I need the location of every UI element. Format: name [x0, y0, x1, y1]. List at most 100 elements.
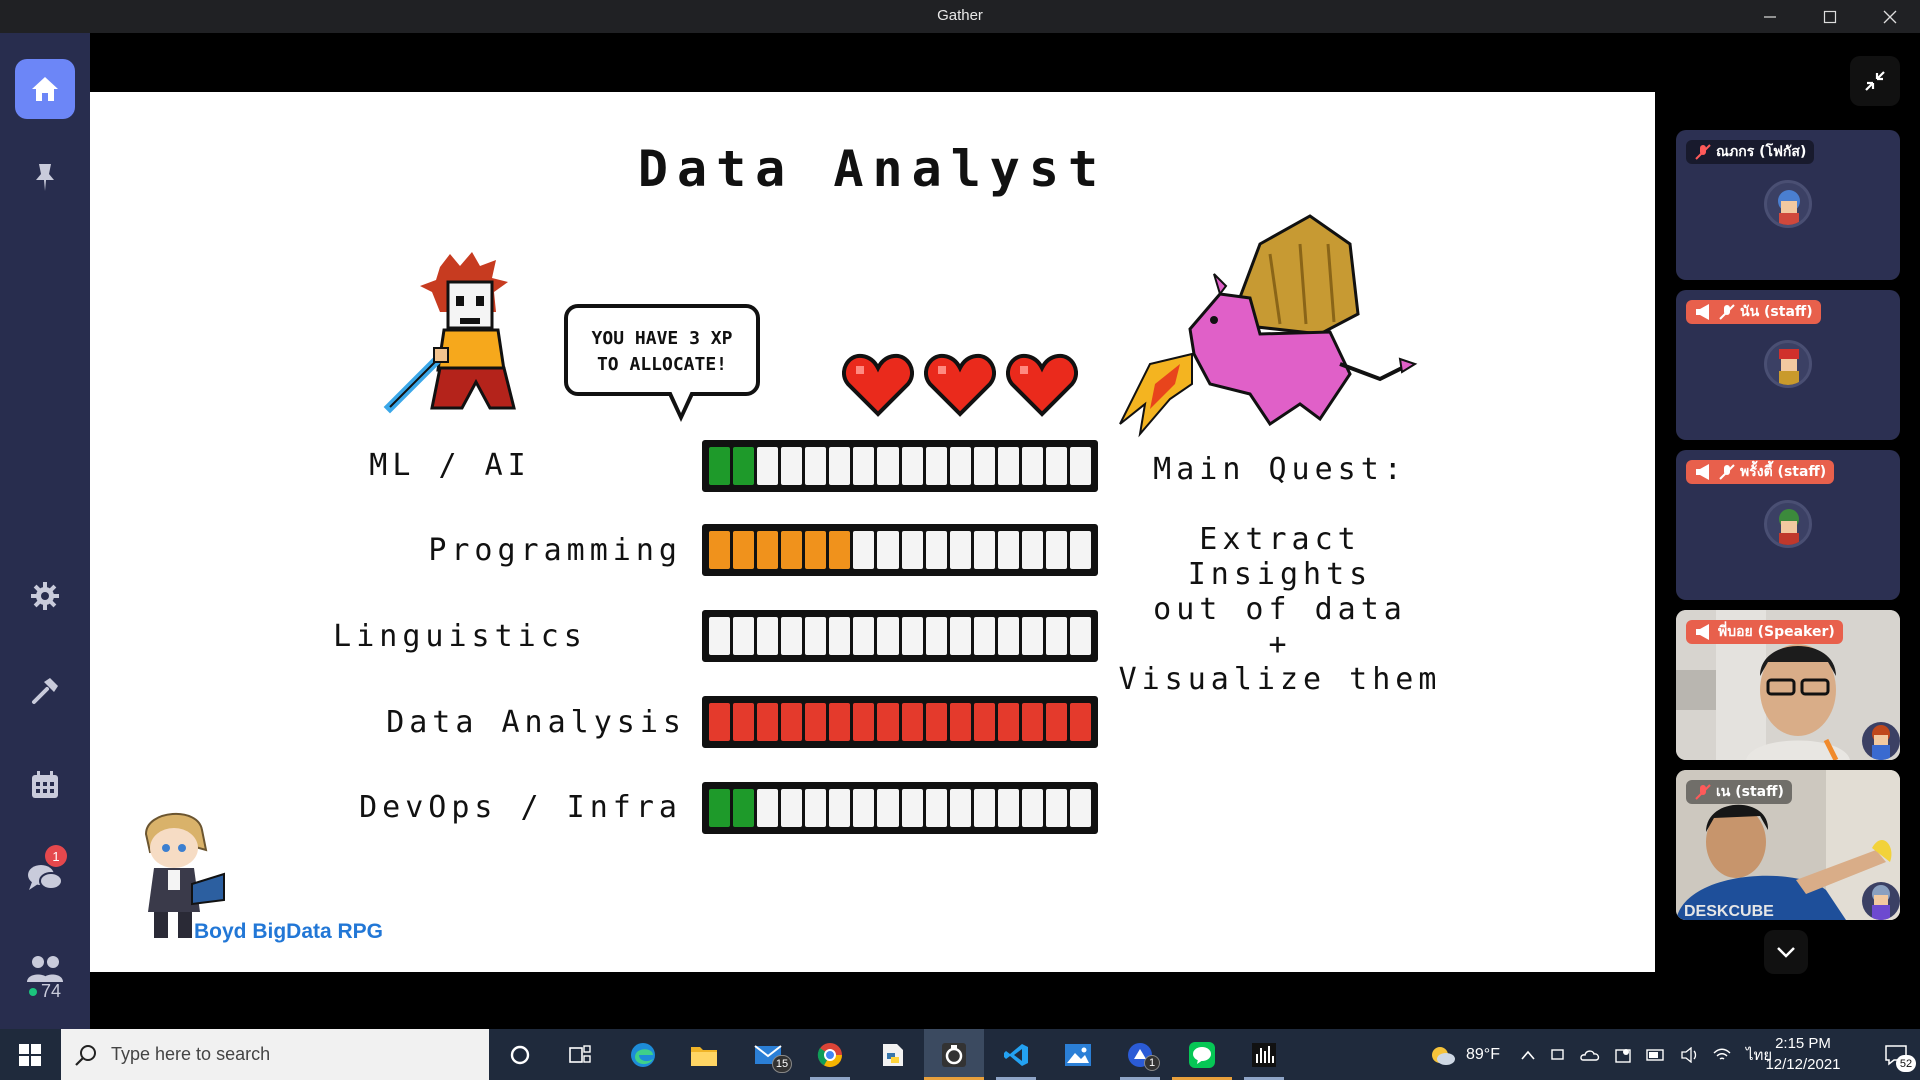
task-view-button[interactable]	[550, 1029, 610, 1080]
xp-segment-filled	[757, 703, 779, 741]
gather-app: Gather 1 74 Data Analyst YOU HAVE 3 XP T…	[0, 0, 1920, 1080]
clock-time: 2:15 PM	[1775, 1035, 1831, 1052]
xp-segment-empty	[997, 617, 1019, 655]
avatar-sprite-icon	[1872, 885, 1890, 920]
xp-segment-empty	[1021, 789, 1043, 827]
calendar-button[interactable]	[15, 755, 75, 815]
xp-segment-filled	[709, 703, 731, 741]
xp-segment-empty	[733, 617, 755, 655]
onedrive-cloud-icon[interactable]	[1580, 1048, 1600, 1062]
meet-now-icon[interactable]	[1550, 1047, 1566, 1063]
taskbar-mail[interactable]: 15	[738, 1029, 798, 1080]
skill-xp-bar	[702, 524, 1098, 576]
participant-tile[interactable]: ณภกร (โฟกัส)	[1676, 130, 1900, 280]
taskbar-line[interactable]	[1172, 1029, 1232, 1080]
xp-segment-empty	[1069, 531, 1091, 569]
taskbar-clock[interactable]: 2:15 PM 12/12/2021	[1748, 1033, 1858, 1075]
wifi-icon[interactable]	[1712, 1047, 1732, 1063]
xp-segment-empty	[853, 447, 875, 485]
participant-label: ณภกร (โฟกัส)	[1686, 140, 1815, 164]
participant-video-tile[interactable]: พี่บอย (Speaker)	[1676, 610, 1900, 760]
xp-segment-empty	[709, 617, 731, 655]
pin-button[interactable]	[15, 147, 75, 207]
xp-segment-filled	[853, 703, 875, 741]
skill-label: Linguistics	[333, 619, 587, 654]
taskbar-gather[interactable]	[924, 1029, 984, 1080]
maximize-button[interactable]	[1800, 0, 1860, 33]
chevron-up-icon[interactable]	[1520, 1049, 1536, 1061]
quest-heading: Main Quest:	[1153, 452, 1407, 487]
taskbar-edge[interactable]	[613, 1029, 673, 1080]
xp-segment-empty	[853, 617, 875, 655]
system-tray: ไทย	[1520, 1029, 1772, 1080]
xp-segment-empty	[757, 447, 779, 485]
svg-text:DESKCUBE: DESKCUBE	[1684, 903, 1774, 920]
xp-segment-empty	[853, 531, 875, 569]
mic-muted-icon	[1695, 144, 1711, 160]
taskbar-chrome[interactable]	[800, 1029, 860, 1080]
online-count-value: 74	[40, 981, 62, 1001]
folder-icon	[691, 1046, 717, 1066]
security-icon[interactable]	[1614, 1046, 1632, 1064]
home-button[interactable]	[15, 59, 75, 119]
taskbar-python[interactable]	[862, 1029, 922, 1080]
taskbar-file-explorer[interactable]	[674, 1029, 734, 1080]
xp-segment-empty	[949, 617, 971, 655]
chat-button[interactable]: 1	[15, 845, 75, 909]
participant-label: เน (staff)	[1686, 780, 1792, 804]
avatar	[1764, 340, 1812, 388]
skill-label: Programming	[428, 533, 682, 568]
taskbar-photos[interactable]	[1048, 1029, 1108, 1080]
participant-tile[interactable]: พรั้งตี้ (staff)	[1676, 450, 1900, 600]
dragon-sprite-icon	[1119, 214, 1418, 438]
gather-app-icon	[942, 1042, 966, 1067]
chat-badge: 1	[45, 845, 67, 867]
xp-segment-empty	[829, 789, 851, 827]
minimize-button[interactable]	[1740, 0, 1800, 33]
xp-segment-filled	[781, 703, 803, 741]
close-icon	[1883, 10, 1897, 23]
start-button[interactable]	[0, 1029, 60, 1080]
photos-icon	[1065, 1043, 1091, 1066]
xp-segment-empty	[877, 447, 899, 485]
xp-segment-filled	[997, 703, 1019, 741]
avatar-sprite-icon	[1779, 349, 1799, 385]
xp-segment-filled	[733, 789, 755, 827]
xp-segment-empty	[829, 617, 851, 655]
speech-bubble: YOU HAVE 3 XP TO ALLOCATE!	[564, 304, 760, 396]
xp-segment-filled	[949, 703, 971, 741]
temperature: 89°F	[1466, 1045, 1500, 1063]
pin-icon	[36, 164, 54, 191]
taskbar-app[interactable]: 1	[1110, 1029, 1170, 1080]
weather-widget[interactable]: 89°F	[1428, 1029, 1500, 1080]
avatar-sprite-icon	[1778, 190, 1800, 225]
volume-icon[interactable]	[1680, 1046, 1698, 1063]
line-chat-icon	[1189, 1041, 1215, 1068]
battery-icon[interactable]	[1646, 1048, 1666, 1062]
mic-muted-icon	[1719, 464, 1735, 480]
people-icon	[27, 956, 63, 982]
search-placeholder: Type here to search	[111, 1044, 271, 1064]
xp-segment-filled	[1021, 703, 1043, 741]
participant-tile[interactable]: นัน (staff)	[1676, 290, 1900, 440]
avatar	[1764, 500, 1812, 548]
taskbar-audio-app[interactable]	[1234, 1029, 1294, 1080]
home-icon	[32, 77, 58, 101]
xp-segment-empty	[997, 531, 1019, 569]
xp-segment-empty	[1045, 447, 1067, 485]
xp-segment-empty	[925, 617, 947, 655]
taskbar-search[interactable]: Type here to search	[61, 1029, 489, 1080]
taskbar-vscode[interactable]	[986, 1029, 1046, 1080]
minimize-view-button[interactable]	[1850, 56, 1900, 106]
notification-center-button[interactable]: 52	[1872, 1029, 1920, 1080]
scroll-participants-button[interactable]	[1764, 930, 1808, 974]
close-button[interactable]	[1860, 0, 1920, 33]
xp-segment-empty	[901, 447, 923, 485]
cortana-button[interactable]	[490, 1029, 550, 1080]
avatar	[1764, 180, 1812, 228]
build-button[interactable]	[15, 661, 75, 721]
participant-video-tile[interactable]: DESKCUBE เน (staff)	[1676, 770, 1900, 920]
quest-body: Extract Insights out of data + Visualize…	[1118, 522, 1442, 697]
settings-button[interactable]	[15, 566, 75, 626]
slide-title: Data Analyst	[637, 140, 1108, 198]
